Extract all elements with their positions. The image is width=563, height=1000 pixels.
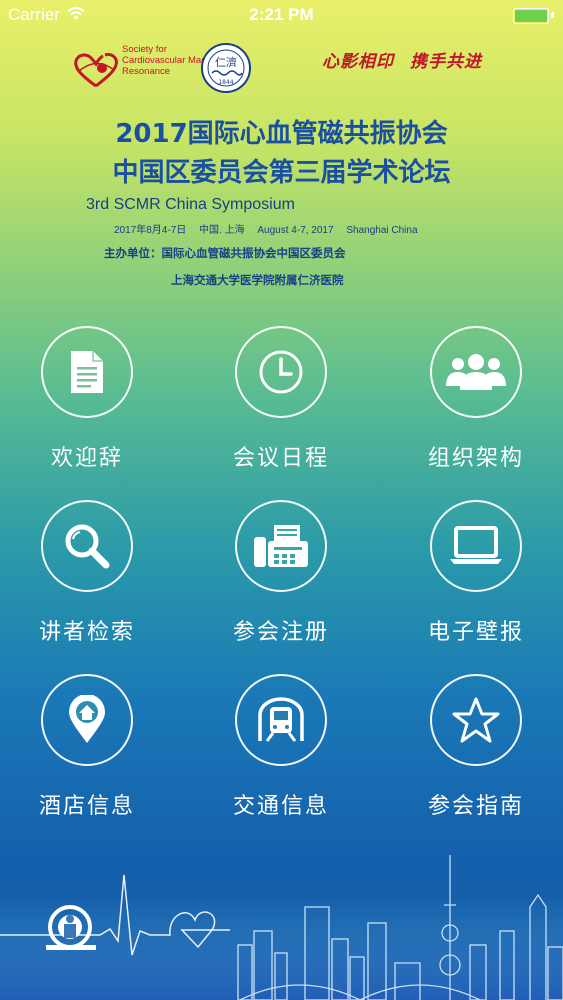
menu-label: 电子壁报 — [427, 620, 524, 645]
renji-hospital-logo: 仁濟 1844 — [201, 43, 251, 93]
search-icon — [65, 524, 110, 569]
menu-item-speaker-search[interactable]: 讲者检索 — [7, 500, 167, 646]
menu-item-registration[interactable]: 参会注册 — [201, 500, 361, 646]
menu-label: 交通信息 — [232, 794, 329, 819]
event-dateline: 2017年8月4-7日 中国. 上海 August 4-7, 2017 Shan… — [114, 221, 428, 236]
slogan-part-1: 心影相印 — [322, 52, 394, 72]
menu-item-transport[interactable]: 交通信息 — [201, 674, 361, 820]
host-line-1: 主办单位：国际心血管磁共振协会中国区委员会 — [104, 246, 346, 260]
fax-icon — [254, 525, 308, 567]
slogan-part-2: 携手共进 — [410, 52, 482, 72]
menu-label: 会议日程 — [232, 446, 329, 471]
menu-label: 参会指南 — [427, 794, 524, 819]
metro-icon — [258, 697, 304, 742]
laptop-icon — [450, 526, 502, 564]
menu-label: 讲者检索 — [38, 620, 135, 645]
star-icon — [452, 697, 500, 743]
battery-tip — [551, 12, 554, 18]
people-icon — [446, 354, 506, 390]
event-subtitle-en: 3rd SCMR China Symposium — [86, 196, 295, 213]
status-bar: Carrier 2:21 PM — [0, 0, 563, 30]
menu-label: 欢迎辞 — [50, 446, 123, 471]
clock-icon — [259, 350, 303, 394]
place-cn: 中国. 上海 — [199, 225, 245, 236]
battery-icon — [513, 8, 549, 24]
menu-label: 酒店信息 — [38, 794, 135, 819]
menu-item-welcome[interactable]: 欢迎辞 — [7, 326, 167, 472]
event-title-line1: 2017国际心血管磁共振协会 — [115, 119, 448, 149]
event-title-line2: 中国区委员会第三届学术论坛 — [112, 158, 451, 188]
slogan: 心影相印 携手共进 — [322, 47, 498, 72]
date-en: August 4-7, 2017 — [257, 225, 334, 236]
host-line-2: 上海交通大学医学院附属仁济医院 — [171, 273, 344, 287]
clock-time: 2:21 PM — [249, 5, 314, 24]
menu-item-schedule[interactable]: 会议日程 — [201, 326, 361, 472]
location-home-icon — [69, 695, 105, 743]
place-en: Shanghai China — [346, 225, 418, 236]
menu-label: 组织架构 — [427, 446, 524, 471]
menu-item-e-poster[interactable]: 电子壁报 — [396, 500, 556, 646]
renji-logo-text: 仁濟 — [215, 55, 237, 69]
date-cn: 2017年8月4-7日 — [114, 225, 187, 236]
menu-item-guide[interactable]: 参会指南 — [396, 674, 556, 820]
document-icon — [71, 351, 103, 393]
menu-item-hotel[interactable]: 酒店信息 — [7, 674, 167, 820]
scmr-heart-logo — [74, 53, 118, 88]
menu-label: 参会注册 — [232, 620, 329, 645]
renji-logo-year: 1844 — [218, 79, 233, 86]
menu-item-organization[interactable]: 组织架构 — [396, 326, 556, 472]
footer-skyline-illustration — [0, 855, 563, 1000]
